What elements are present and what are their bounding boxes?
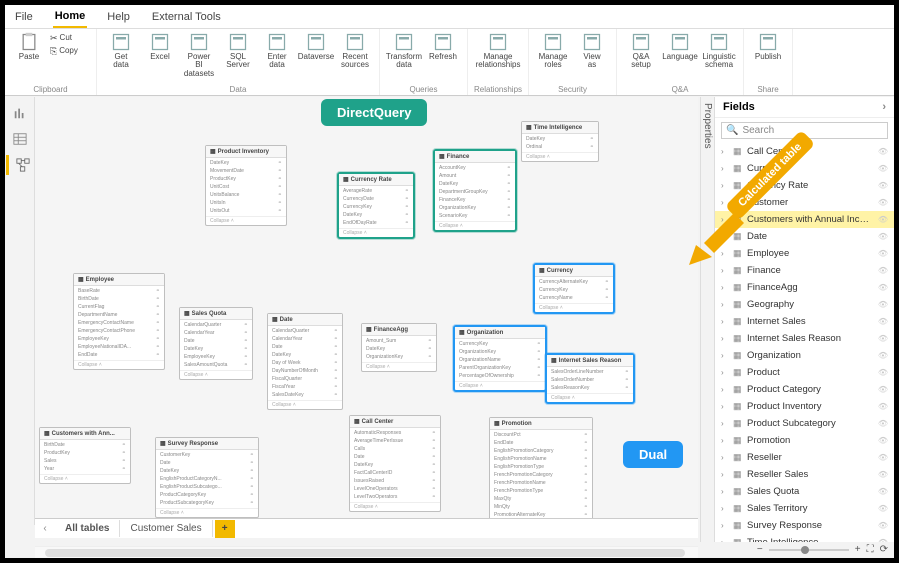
- excel-button[interactable]: Excel: [142, 32, 178, 78]
- group-label: Data: [230, 85, 247, 94]
- menu-external[interactable]: External Tools: [150, 7, 223, 27]
- menu-bar: File Home Help External Tools: [5, 5, 894, 29]
- group-label: Q&A: [672, 85, 689, 94]
- field-survey-response[interactable]: ›▦Survey Response👁: [715, 517, 894, 534]
- table-isr[interactable]: ▦Internet Sales ReasonSalesOrderLineNumb…: [545, 353, 635, 404]
- collapse-icon[interactable]: ›: [882, 101, 886, 113]
- dataverse-button[interactable]: Dataverse: [298, 32, 334, 78]
- data-view-icon[interactable]: [10, 129, 30, 149]
- table-employee[interactable]: ▦EmployeeBaseRate⚭BirthDate⚭CurrentFlag⚭…: [73, 273, 165, 370]
- group-clipboard: Paste ✂Cut ⎘Copy Clipboard: [5, 29, 97, 95]
- q-a-setup-button[interactable]: Q&Asetup: [623, 32, 659, 70]
- tab-all-tables[interactable]: All tables: [55, 520, 120, 537]
- language-button[interactable]: Language: [662, 32, 698, 70]
- group-label: Security: [558, 85, 587, 94]
- field-internet-sales[interactable]: ›▦Internet Sales👁: [715, 313, 894, 330]
- table-timeIntel[interactable]: ▦Time IntelligenceDateKey⚭Ordinal⚭Collap…: [521, 121, 599, 162]
- zoom-controls: − + ⛶ ⟳: [757, 544, 888, 555]
- group-data: GetdataExcelPowerBI datasetsSQLServerEnt…: [97, 29, 380, 95]
- ribbon: Paste ✂Cut ⎘Copy Clipboard GetdataExcelP…: [5, 29, 894, 96]
- field-reseller-sales[interactable]: ›▦Reseller Sales👁: [715, 466, 894, 483]
- table-financeAgg[interactable]: ▦FinanceAggAmount_Sum⚭DateKey⚭Organizati…: [361, 323, 437, 372]
- zoom-reset[interactable]: ⟳: [880, 544, 888, 555]
- view-as-button[interactable]: Viewas: [574, 32, 610, 70]
- table-custAnnual[interactable]: ▦Customers with Ann...BirthDate⚭ProductK…: [39, 427, 131, 484]
- field-internet-sales-reason[interactable]: ›▦Internet Sales Reason👁: [715, 330, 894, 347]
- group-qa: Q&AsetupLanguageLinguisticschema Q&A: [617, 29, 744, 95]
- field-sales-territory[interactable]: ›▦Sales Territory👁: [715, 500, 894, 517]
- field-currency[interactable]: ›▦Currency👁: [715, 160, 894, 177]
- group-label: Clipboard: [33, 85, 67, 94]
- publish-button[interactable]: Publish: [750, 32, 786, 61]
- search-icon: 🔍: [726, 125, 738, 136]
- model-canvas[interactable]: ▦Time IntelligenceDateKey⚭Ordinal⚭Collap…: [35, 97, 698, 525]
- sql-server-button[interactable]: SQLServer: [220, 32, 256, 78]
- transform-data-button[interactable]: Transformdata: [386, 32, 422, 70]
- power-bi-datasets-button[interactable]: PowerBI datasets: [181, 32, 217, 78]
- callout-directquery: DirectQuery: [321, 99, 427, 126]
- field-product-category[interactable]: ›▦Product Category👁: [715, 381, 894, 398]
- add-tab-button[interactable]: +: [215, 520, 235, 538]
- zoom-in[interactable]: +: [855, 544, 861, 555]
- fields-title: Fields›: [715, 97, 894, 118]
- fields-pane: Fields› 🔍Search ›▦Call Center👁›▦Currency…: [714, 97, 894, 542]
- menu-home[interactable]: Home: [53, 6, 88, 28]
- group-relationships: Managerelationships Relationships: [468, 29, 529, 95]
- field-product[interactable]: ›▦Product👁: [715, 364, 894, 381]
- field-financeagg[interactable]: ›▦FinanceAgg👁: [715, 279, 894, 296]
- paste-button[interactable]: Paste: [11, 32, 47, 61]
- table-date[interactable]: ▦DateCalendarQuarter⚭CalendarYear⚭Date⚭D…: [267, 313, 343, 410]
- table-promotion[interactable]: ▦PromotionDiscountPct⚭EndDate⚭EnglishPro…: [489, 417, 593, 525]
- manage-roles-button[interactable]: Manageroles: [535, 32, 571, 70]
- field-reseller[interactable]: ›▦Reseller👁: [715, 449, 894, 466]
- view-rail: [5, 97, 35, 525]
- group-security: ManagerolesViewas Security: [529, 29, 617, 95]
- enter-data-button[interactable]: Enterdata: [259, 32, 295, 78]
- field-product-inventory[interactable]: ›▦Product Inventory👁: [715, 398, 894, 415]
- table-organization[interactable]: ▦OrganizationCurrencyKey⚭OrganizationKey…: [453, 325, 547, 392]
- table-currencyRate[interactable]: ▦Currency RateAverageRate⚭CurrencyDate⚭C…: [337, 172, 415, 239]
- field-sales-quota[interactable]: ›▦Sales Quota👁: [715, 483, 894, 500]
- table-callCenter[interactable]: ▦Call CenterAutomaticResponses⚭AverageTi…: [349, 415, 441, 512]
- refresh-button[interactable]: Refresh: [425, 32, 461, 70]
- table-finance[interactable]: ▦FinanceAccountKey⚭Amount⚭DateKey⚭Depart…: [433, 149, 517, 232]
- menu-file[interactable]: File: [13, 7, 35, 27]
- field-organization[interactable]: ›▦Organization👁: [715, 347, 894, 364]
- field-promotion[interactable]: ›▦Promotion👁: [715, 432, 894, 449]
- field-geography[interactable]: ›▦Geography👁: [715, 296, 894, 313]
- properties-label: Properties: [701, 97, 714, 155]
- h-scrollbar[interactable]: [35, 546, 698, 558]
- group-label: Relationships: [474, 85, 522, 94]
- linguistic-schema-button[interactable]: Linguisticschema: [701, 32, 737, 70]
- copy-button[interactable]: ⎘Copy: [50, 45, 90, 57]
- group-label: Queries: [409, 85, 437, 94]
- table-surveyResp[interactable]: ▦Survey ResponseCustomerKey⚭Date⚭DateKey…: [155, 437, 259, 518]
- get-data-button[interactable]: Getdata: [103, 32, 139, 78]
- cut-button[interactable]: ✂Cut: [50, 32, 90, 44]
- table-salesQuota[interactable]: ▦Sales QuotaCalendarQuarter⚭CalendarYear…: [179, 307, 253, 380]
- arrow-icon: [684, 205, 744, 265]
- table-prodInv[interactable]: ▦Product InventoryDateKey⚭MovementDate⚭P…: [205, 145, 287, 226]
- diagram-tabs: ‹ All tables Customer Sales +: [35, 518, 698, 538]
- callout-dual: Dual: [623, 441, 683, 468]
- zoom-out[interactable]: −: [757, 544, 763, 555]
- tab-scroll-left[interactable]: ‹: [35, 523, 55, 534]
- manage-relationships-button[interactable]: Managerelationships: [480, 32, 516, 70]
- zoom-slider[interactable]: [769, 549, 849, 551]
- field-time-intelligence[interactable]: ›▦Time Intelligence👁: [715, 534, 894, 542]
- model-view-icon[interactable]: [6, 155, 33, 175]
- recent-sources-button[interactable]: Recentsources: [337, 32, 373, 78]
- group-queries: TransformdataRefresh Queries: [380, 29, 468, 95]
- tab-customer-sales[interactable]: Customer Sales: [120, 520, 212, 537]
- group-label: Share: [757, 85, 778, 94]
- field-product-subcategory[interactable]: ›▦Product Subcategory👁: [715, 415, 894, 432]
- zoom-fit[interactable]: ⛶: [867, 544, 874, 555]
- group-share: Publish Share: [744, 29, 793, 95]
- properties-pane-collapsed[interactable]: Properties: [700, 97, 715, 542]
- table-currency[interactable]: ▦CurrencyCurrencyAlternateKey⚭CurrencyKe…: [533, 263, 615, 314]
- report-view-icon[interactable]: [10, 103, 30, 123]
- menu-help[interactable]: Help: [105, 7, 132, 27]
